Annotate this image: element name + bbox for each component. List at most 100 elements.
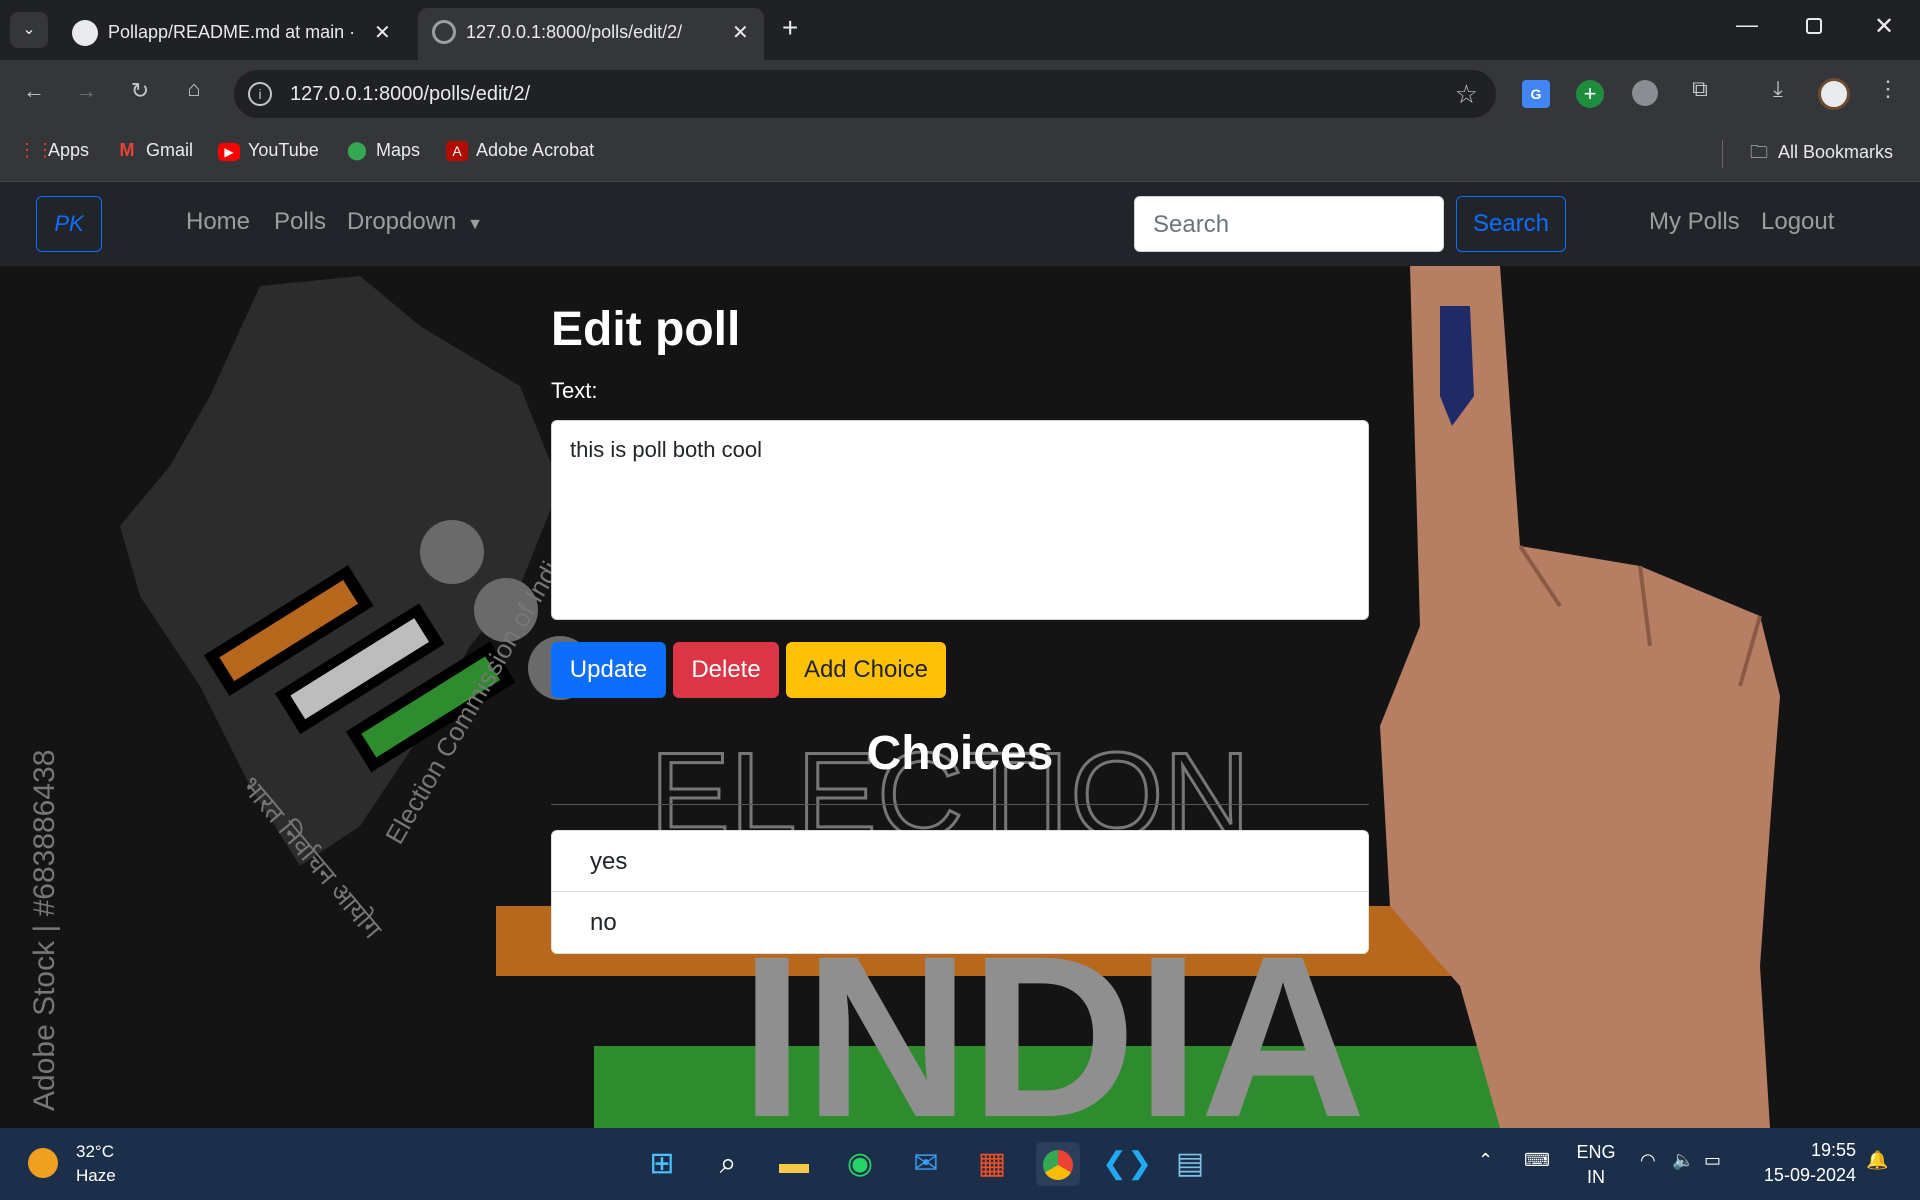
site-navbar: PK Home Polls Dropdown ▼ Search Search M… (0, 182, 1920, 266)
close-tab-icon[interactable]: ✕ (732, 20, 749, 45)
globe-icon (432, 20, 456, 44)
all-bookmarks-label: All Bookmarks (1778, 142, 1894, 162)
choices-list: yes no (551, 830, 1369, 954)
acrobat-icon: A (446, 141, 468, 161)
brand-logo[interactable]: PK (36, 196, 102, 252)
weather-haze-icon (28, 1148, 58, 1178)
apps-grid-icon: ⋮⋮ (18, 140, 54, 160)
mail-icon[interactable]: ✉ (904, 1142, 948, 1186)
update-button[interactable]: Update (551, 642, 666, 698)
caret-down-icon: ▼ (467, 216, 483, 233)
nav-polls[interactable]: Polls (274, 208, 326, 236)
bookmark-gmail[interactable]: M Gmail (116, 140, 194, 161)
minimize-icon[interactable]: — (1736, 12, 1758, 38)
bookmark-adobe-acrobat[interactable]: A Adobe Acrobat (446, 140, 594, 161)
file-explorer-icon[interactable]: ▬ (772, 1142, 816, 1186)
clock[interactable]: 19:55 15-09-2024 (1756, 1140, 1856, 1186)
bookmarks-bar: ⋮⋮Apps M Gmail ▶ YouTube ⬤ Maps A Adobe Acro… (0, 128, 1920, 182)
profile-avatar[interactable] (1818, 78, 1850, 110)
restore-icon[interactable] (1806, 18, 1822, 34)
tab-title: 127.0.0.1:8000/polls/edit/2/ (466, 22, 683, 42)
microsoft-store-icon[interactable]: ▦ (970, 1142, 1014, 1186)
nav-logout[interactable]: Logout (1761, 208, 1834, 236)
github-icon (72, 20, 98, 46)
gmail-icon: M (119, 140, 135, 160)
keyboard-icon[interactable]: ⌨ (1524, 1150, 1550, 1171)
choice-item: no (590, 909, 617, 936)
new-tab-icon[interactable]: + (782, 14, 798, 42)
maps-icon: ⬤ (346, 140, 368, 160)
language-indicator[interactable]: ENG IN (1576, 1142, 1616, 1188)
windows-taskbar: 32°C Haze ⊞ ⌕ ▬ ◉ ✉ ▦ ❮❯ ▤ ⌃ ⌨ ENG IN ◠ … (0, 1128, 1920, 1200)
windows-start-icon[interactable]: ⊞ (640, 1142, 684, 1186)
browser-toolbar: ← → ↻ ⌂ i 127.0.0.1:8000/polls/edit/2/ ☆… (0, 60, 1920, 128)
url-text: 127.0.0.1:8000/polls/edit/2/ (290, 83, 531, 105)
youtube-icon: ▶ (218, 143, 240, 161)
bookmark-label: YouTube (248, 140, 319, 160)
bookmarks-divider (1722, 140, 1723, 168)
search-button[interactable]: Search (1456, 196, 1566, 252)
nav-home[interactable]: Home (186, 208, 250, 236)
date-text: 15-09-2024 (1763, 1165, 1856, 1185)
bookmark-label: Maps (376, 140, 421, 160)
chrome-icon[interactable] (1036, 1142, 1080, 1186)
weather-widget[interactable]: 32°C Haze (24, 1138, 164, 1190)
time-text: 19:55 (1810, 1140, 1856, 1160)
text-label: Text: (551, 378, 598, 403)
weather-desc: Haze (76, 1166, 116, 1185)
bookmark-apps[interactable]: ⋮⋮Apps (18, 140, 89, 161)
nav-dropdown-label: Dropdown (347, 208, 457, 235)
browser-menu-icon[interactable]: ⋮ (1868, 76, 1908, 102)
bookmark-star-icon[interactable]: ☆ (1455, 79, 1478, 110)
show-hidden-icons[interactable]: ⌃ (1478, 1150, 1493, 1171)
close-tab-icon[interactable]: ✕ (374, 20, 391, 45)
nav-dropdown[interactable]: Dropdown ▼ (347, 208, 483, 236)
extensions-puzzle-icon[interactable]: ⧉ (1680, 76, 1720, 102)
site-info-icon[interactable]: i (248, 82, 272, 106)
tab-title: Pollapp/README.md at main · I (108, 22, 358, 42)
home-icon[interactable]: ⌂ (174, 76, 214, 102)
search-icon[interactable]: ⌕ (706, 1142, 750, 1186)
folder-icon: 🗀 (1750, 142, 1768, 162)
delete-button[interactable]: Delete (673, 642, 779, 698)
back-icon[interactable]: ← (14, 78, 54, 104)
download-icon[interactable]: ⤓ (1758, 76, 1798, 102)
weather-temp: 32°C (76, 1142, 114, 1161)
notification-bell-icon[interactable]: 🔔 (1866, 1150, 1888, 1171)
divider (551, 804, 1369, 805)
extension-icon[interactable] (1632, 80, 1658, 106)
bookmark-label: Adobe Acrobat (476, 140, 595, 160)
choices-heading: Choices (866, 727, 1054, 780)
extension-add-icon[interactable]: + (1576, 80, 1604, 108)
lang-line2: IN (1587, 1167, 1605, 1187)
whatsapp-icon[interactable]: ◉ (838, 1142, 882, 1186)
page-title: Edit poll (551, 303, 741, 356)
address-bar[interactable]: i 127.0.0.1:8000/polls/edit/2/ ☆ (234, 70, 1496, 118)
poll-text-textarea[interactable]: this is poll both cool (551, 420, 1369, 620)
battery-icon[interactable]: ▭ (1704, 1150, 1721, 1171)
nav-my-polls[interactable]: My Polls (1649, 208, 1740, 236)
vscode-icon[interactable]: ❮❯ (1102, 1142, 1152, 1186)
close-window-icon[interactable]: ✕ (1874, 12, 1894, 41)
forward-icon[interactable]: → (66, 78, 106, 104)
bookmark-label: Gmail (146, 140, 194, 160)
reload-icon[interactable]: ↻ (120, 78, 160, 104)
web-page: Election Commission of India भारत निर्वा… (0, 182, 1920, 1128)
tab-github-readme[interactable]: Pollapp/README.md at main · I ✕ (56, 8, 406, 60)
wifi-icon[interactable]: ◠ (1640, 1150, 1656, 1171)
volume-icon[interactable]: 🔈 (1672, 1150, 1694, 1171)
stock-watermark-text: Adobe Stock | #683886438 (28, 750, 61, 1111)
notepad-icon[interactable]: ▤ (1168, 1142, 1212, 1186)
all-bookmarks-folder[interactable]: 🗀 All Bookmarks (1748, 140, 1893, 170)
tab-poll-edit[interactable]: 127.0.0.1:8000/polls/edit/2/ ✕ (418, 8, 764, 60)
election-background-image: Election Commission of India भारत निर्वा… (0, 266, 1920, 1128)
google-translate-icon[interactable]: G (1522, 80, 1550, 108)
add-choice-button[interactable]: Add Choice (786, 642, 946, 698)
bookmark-youtube[interactable]: ▶ YouTube (218, 140, 319, 161)
choice-item: yes (552, 831, 1368, 892)
lang-line1: ENG (1576, 1142, 1616, 1162)
search-input[interactable]: Search (1134, 196, 1444, 252)
tab-search-button[interactable]: ⌄ (10, 12, 48, 48)
bookmark-maps[interactable]: ⬤ Maps (346, 140, 420, 161)
browser-tab-strip: ⌄ Pollapp/README.md at main · I ✕ 127.0.… (0, 0, 1920, 60)
